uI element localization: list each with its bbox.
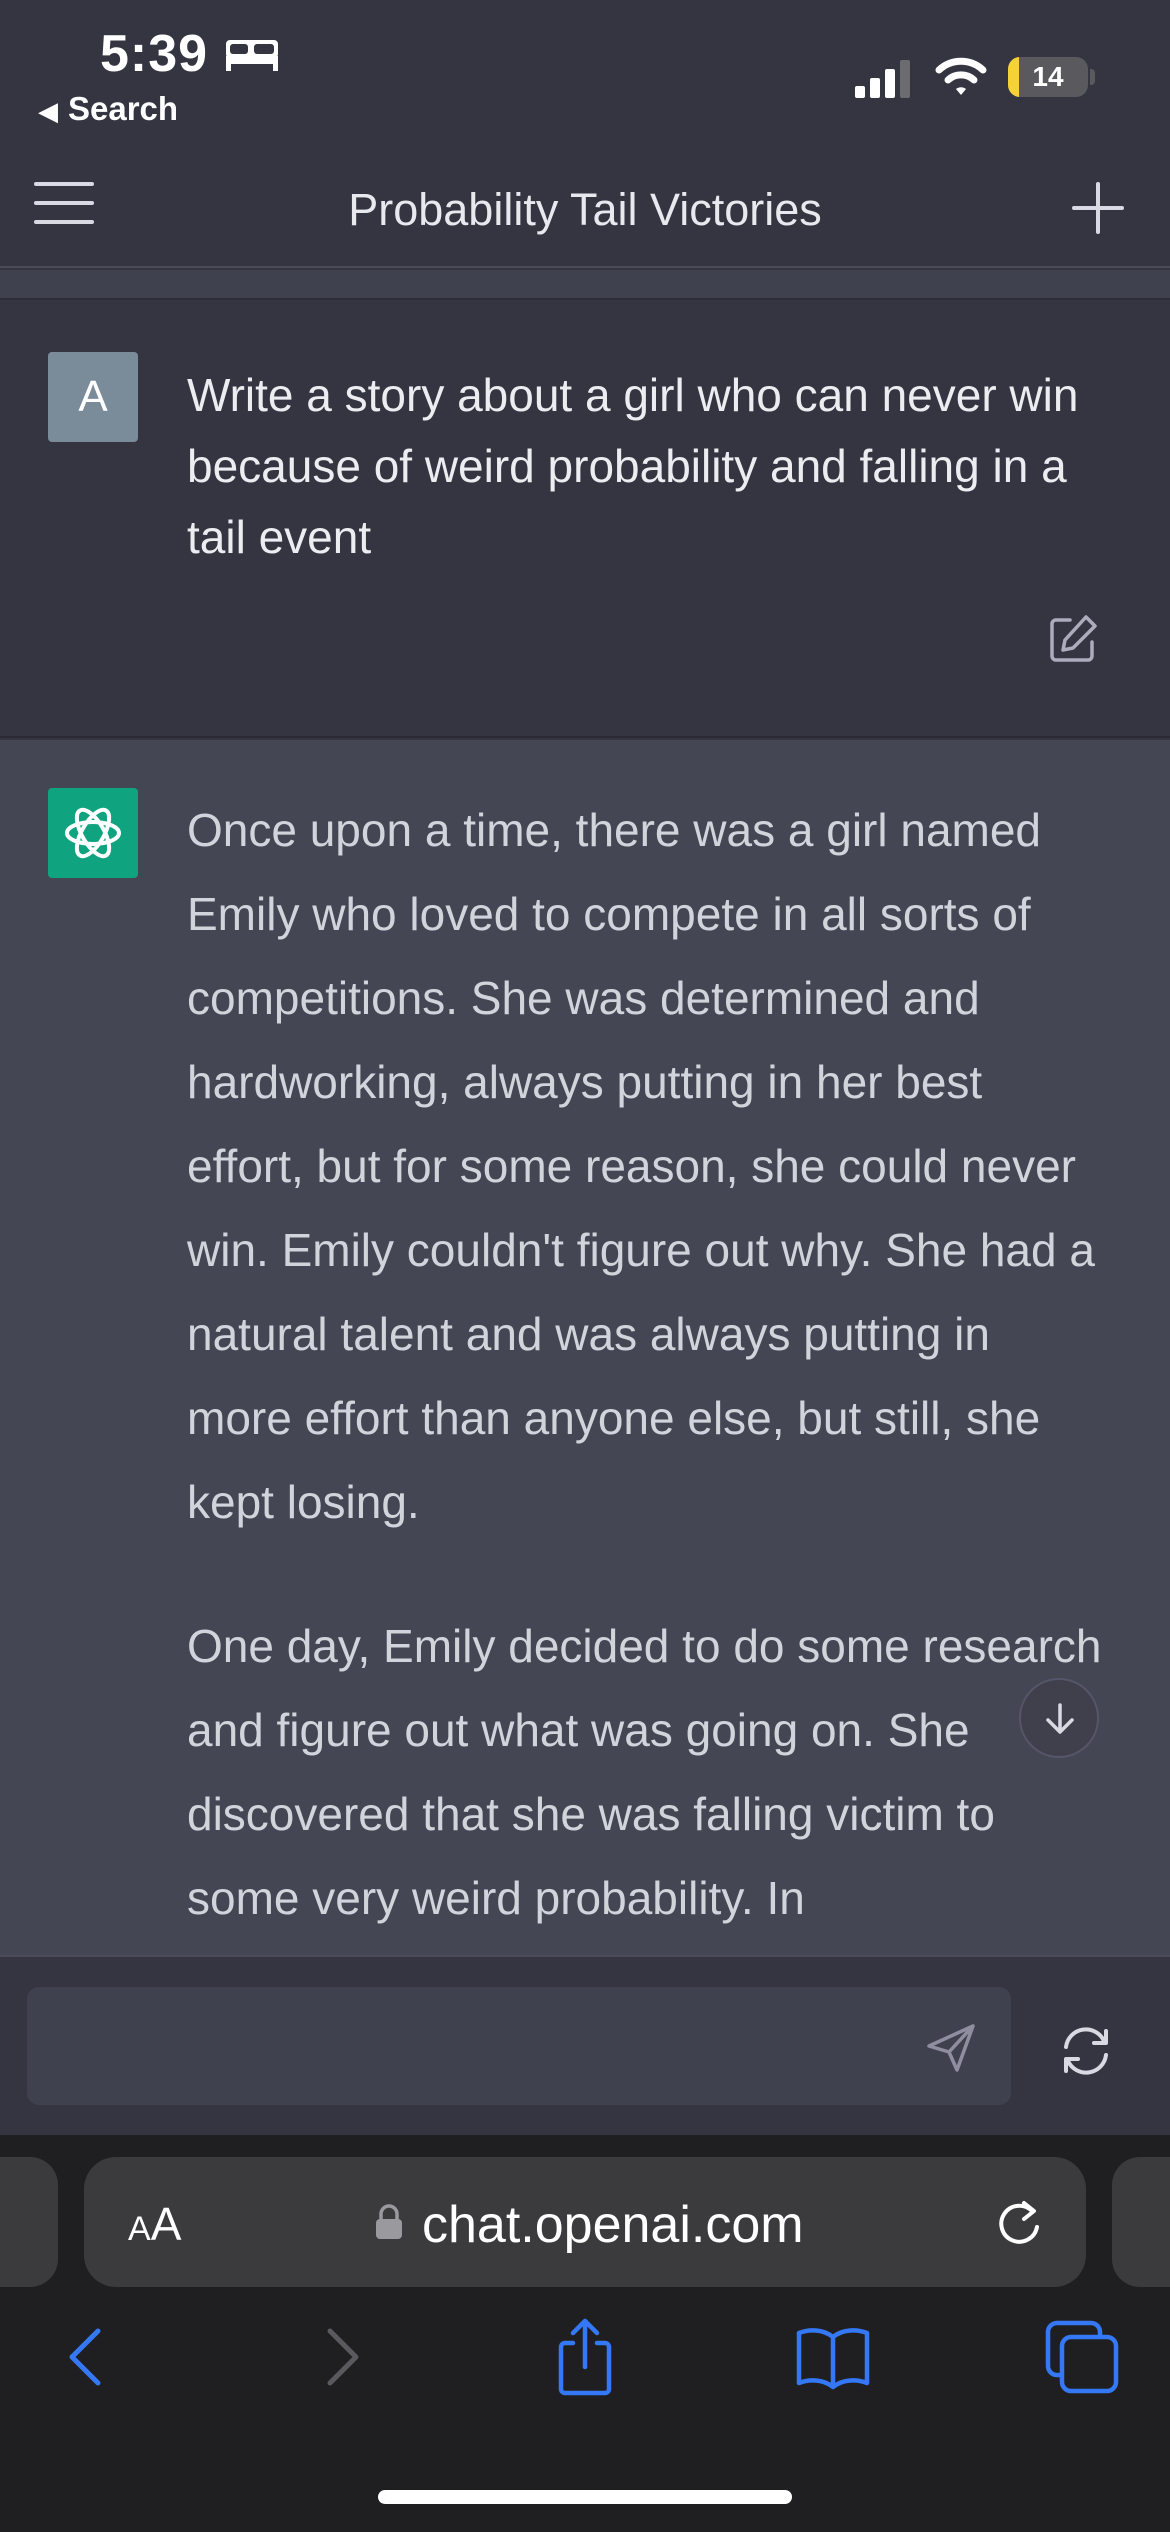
reload-icon[interactable] <box>994 2197 1044 2249</box>
scroll-to-bottom-button[interactable] <box>1019 1678 1099 1758</box>
regenerate-icon[interactable] <box>1056 2023 1116 2079</box>
url-text: chat.openai.com <box>422 2196 804 2254</box>
signal-icon <box>855 60 910 98</box>
arrow-down-icon <box>1046 1703 1074 1734</box>
back-to-search-link[interactable]: ◀ Search <box>38 90 178 128</box>
battery-cap <box>1090 69 1095 85</box>
plus-icon[interactable] <box>1070 180 1126 236</box>
chat-title: Probability Tail Victories <box>348 184 822 235</box>
next-tab-peek[interactable] <box>1112 2157 1170 2287</box>
battery-icon: 14 <box>1008 57 1088 97</box>
aa-big-label: A <box>150 2198 182 2250</box>
status-bar: 5:39 ◀ Search 14 <box>0 0 1170 140</box>
share-icon[interactable] <box>545 2317 625 2397</box>
composer <box>0 1955 1170 2135</box>
assistant-message-text: Once upon a time, there was a girl named… <box>187 788 1107 1955</box>
lock-icon <box>376 2204 402 2239</box>
user-message: A Write a story about a girl who can nev… <box>0 302 1170 738</box>
openai-logo-icon <box>48 788 138 878</box>
chat-header: Probability Tail Victories <box>0 140 1170 268</box>
back-search-label: Search <box>68 90 179 127</box>
edit-icon[interactable] <box>1046 612 1100 666</box>
tabs-icon[interactable] <box>1042 2317 1122 2397</box>
back-icon[interactable] <box>48 2317 128 2397</box>
bookmarks-icon[interactable] <box>793 2317 873 2397</box>
address-bar[interactable]: AA chat.openai.com <box>84 2157 1086 2287</box>
assistant-paragraph: One day, Emily decided to do some resear… <box>187 1620 1102 1924</box>
send-icon[interactable] <box>923 2020 979 2076</box>
home-indicator[interactable] <box>378 2490 792 2504</box>
previous-tab-peek[interactable] <box>0 2157 58 2287</box>
assistant-message: Once upon a time, there was a girl named… <box>0 740 1170 1955</box>
bed-icon <box>226 40 278 71</box>
forward-icon[interactable] <box>300 2317 380 2397</box>
wifi-icon <box>935 57 987 95</box>
safari-bottom-bar: AA chat.openai.com <box>0 2135 1170 2532</box>
battery-level: 14 <box>1032 61 1064 92</box>
user-avatar: A <box>48 352 138 442</box>
aa-small-label: A <box>128 2210 151 2248</box>
message-input[interactable] <box>27 1987 1011 2105</box>
back-triangle-icon: ◀ <box>38 96 58 126</box>
status-time: 5:39 <box>100 25 209 83</box>
safari-toolbar <box>0 2317 1170 2437</box>
header-divider-strip <box>0 270 1170 300</box>
assistant-paragraph: Once upon a time, there was a girl named… <box>187 804 1095 1528</box>
page-settings-button[interactable]: AA <box>128 2197 181 2251</box>
user-message-text: Write a story about a girl who can never… <box>187 369 1079 563</box>
